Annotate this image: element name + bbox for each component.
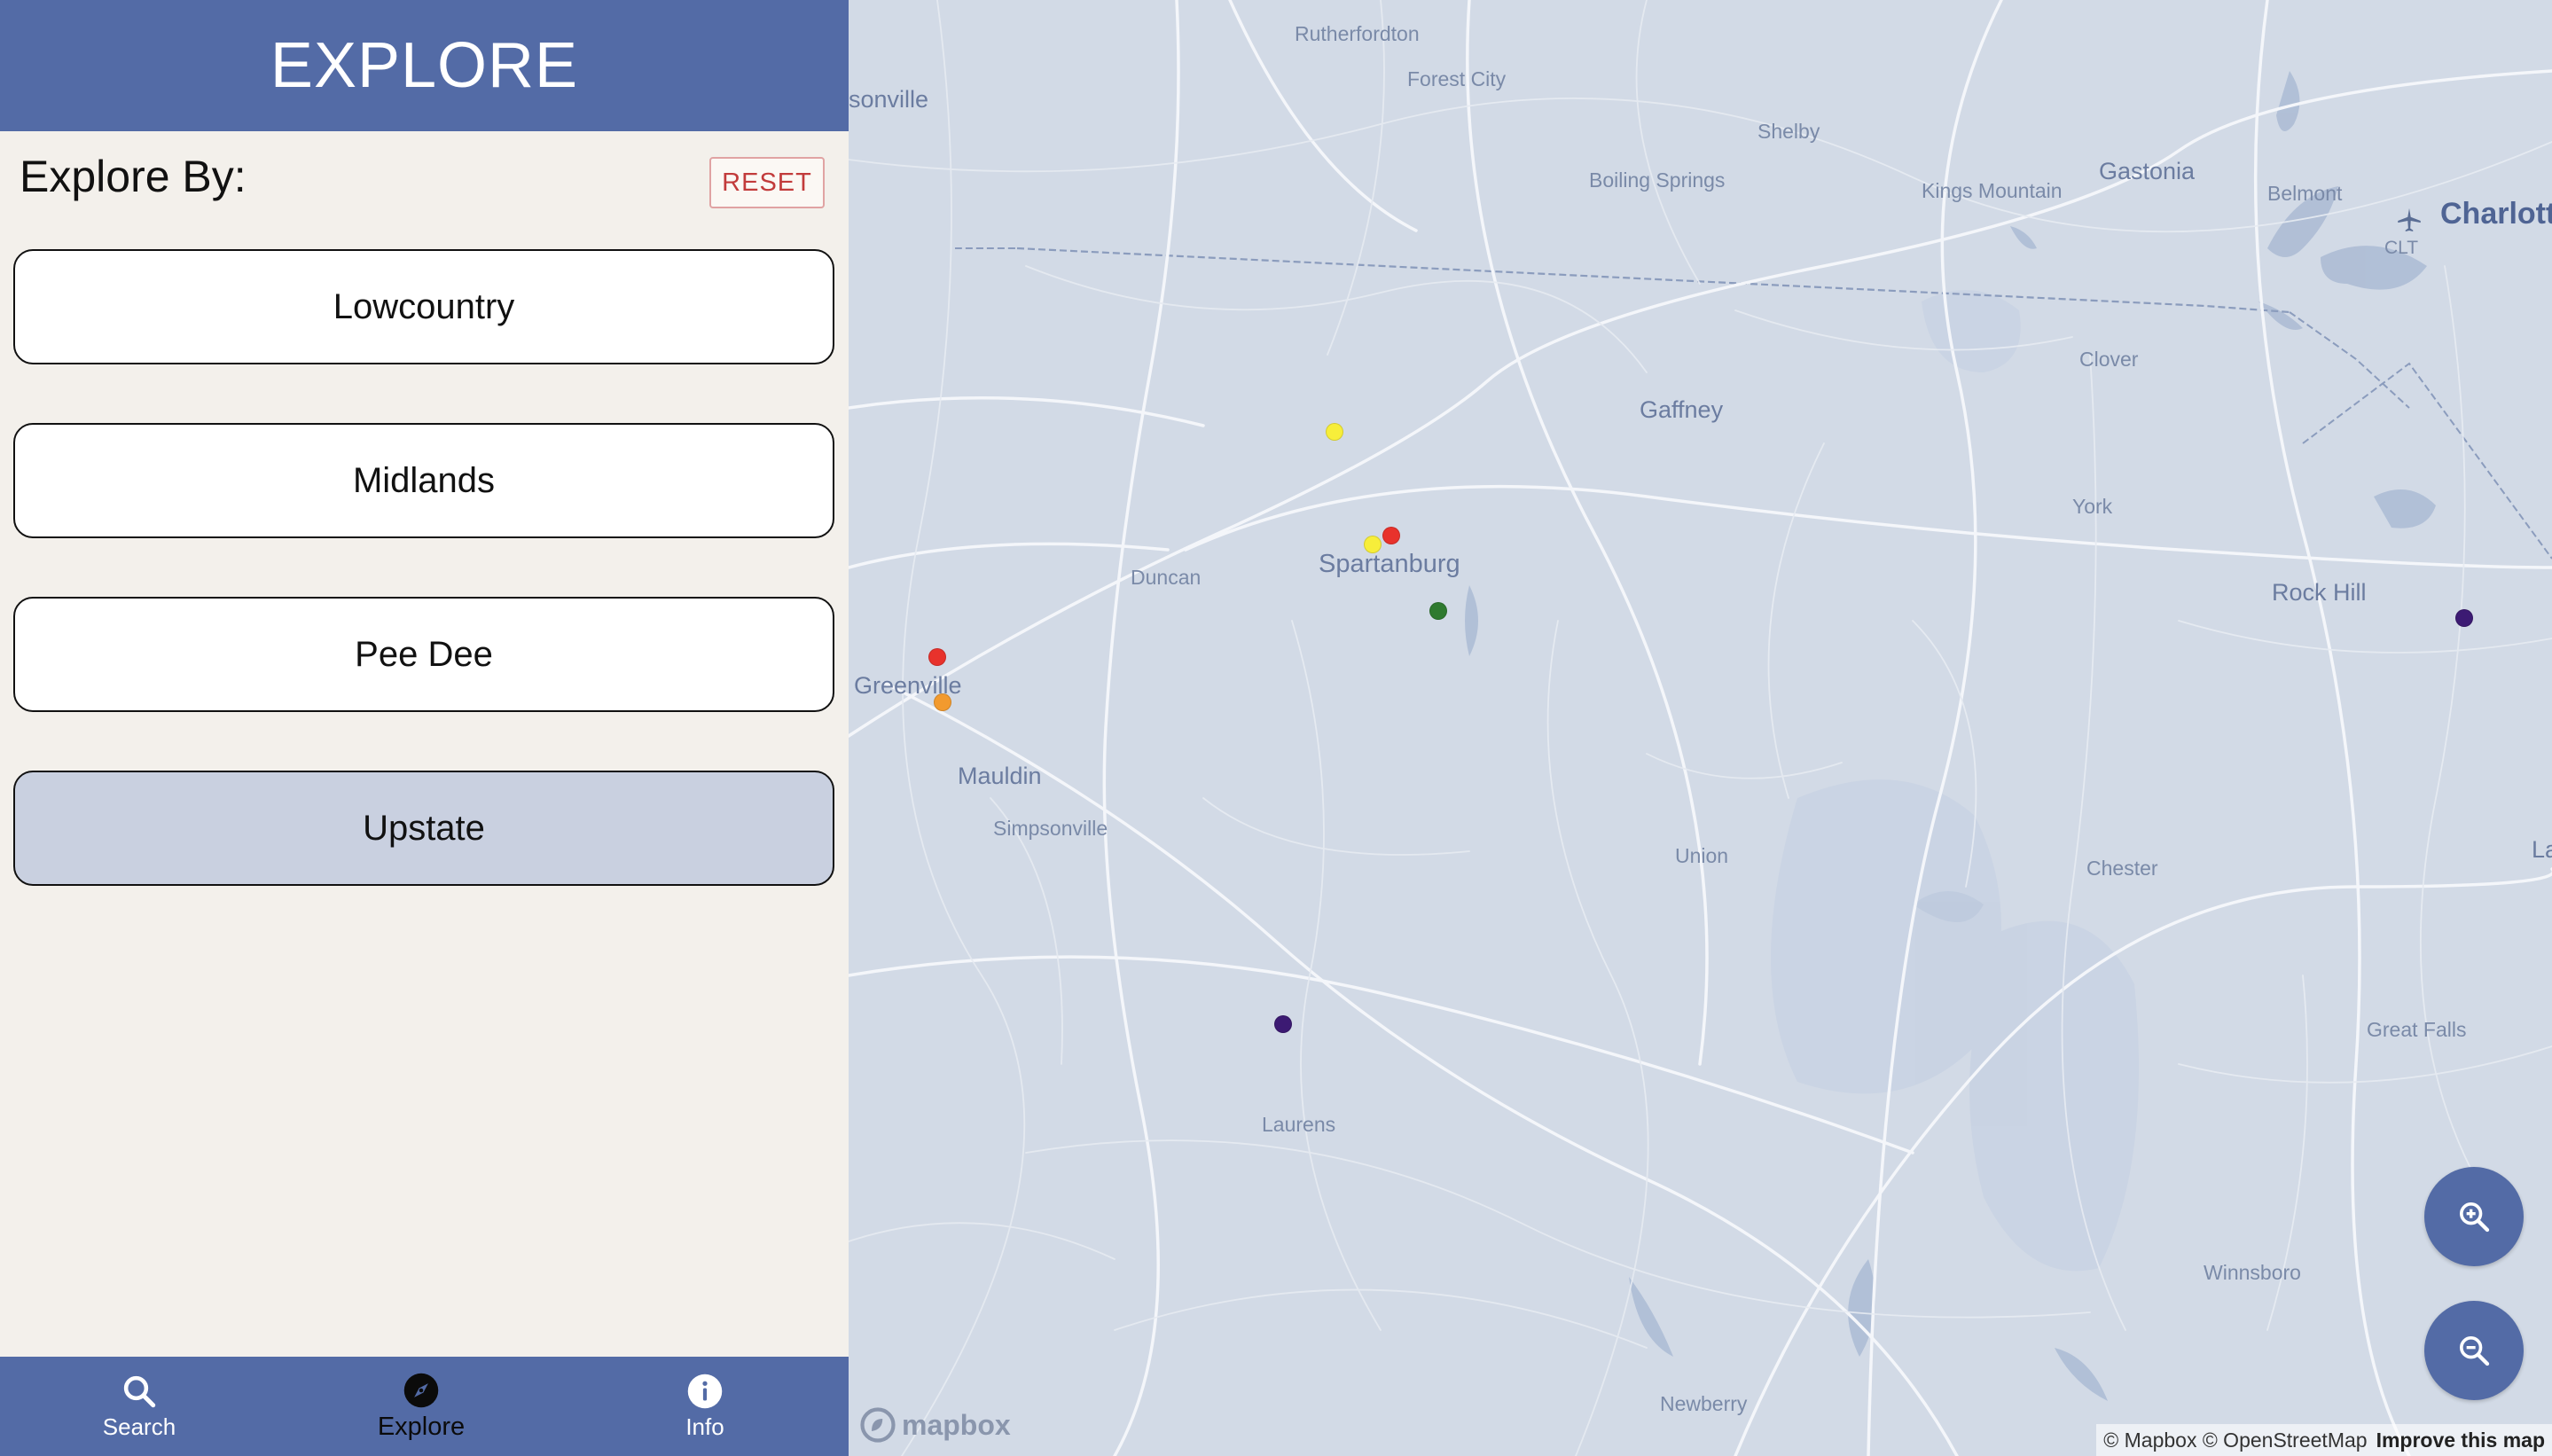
bottom-nav: Search Explore Info bbox=[0, 1357, 849, 1456]
map-label: Union bbox=[1675, 844, 1729, 867]
mapbox-logo-text: mapbox bbox=[902, 1408, 1011, 1441]
marker-purple[interactable] bbox=[2455, 609, 2473, 627]
compass-icon bbox=[403, 1373, 439, 1407]
map-label: Belmont bbox=[2267, 182, 2343, 205]
improve-map-link[interactable]: Improve this map bbox=[2376, 1429, 2545, 1452]
map-label: La bbox=[2532, 836, 2552, 863]
attribution-text: © Mapbox © OpenStreetMap bbox=[2103, 1428, 2368, 1452]
nav-explore[interactable]: Explore bbox=[333, 1357, 510, 1456]
map-label: Newberry bbox=[1660, 1392, 1748, 1415]
map-label: sonville bbox=[849, 86, 929, 113]
map-label: Rutherfordton bbox=[1295, 22, 1420, 45]
search-icon bbox=[123, 1375, 156, 1407]
map-label: Spartanburg bbox=[1319, 550, 1460, 578]
map-label: York bbox=[2072, 495, 2113, 518]
zoom-in-button[interactable] bbox=[2424, 1167, 2524, 1266]
map-label: Gaffney bbox=[1640, 396, 1724, 423]
marker-yellow[interactable] bbox=[1326, 423, 1343, 441]
region-button-upstate[interactable]: Upstate bbox=[13, 771, 834, 886]
marker-red[interactable] bbox=[1382, 527, 1400, 544]
region-label: Midlands bbox=[352, 460, 496, 500]
map-label: Duncan bbox=[1131, 566, 1202, 589]
map-attribution: © Mapbox © OpenStreetMap Improve this ma… bbox=[2096, 1424, 2552, 1456]
map-label: Simpsonville bbox=[993, 817, 1108, 840]
map-label: Laurens bbox=[1262, 1113, 1336, 1136]
map-label: Kings Mountain bbox=[1922, 179, 2063, 202]
zoom-out-icon bbox=[2460, 1336, 2490, 1366]
region-button-lowcountry[interactable]: Lowcountry bbox=[13, 249, 834, 364]
marker-purple[interactable] bbox=[1274, 1015, 1292, 1033]
map-label: Mauldin bbox=[958, 763, 1042, 789]
sidebar-header: EXPLORE bbox=[0, 0, 849, 131]
marker-red[interactable] bbox=[928, 648, 946, 666]
region-label: Lowcountry bbox=[333, 286, 515, 326]
nav-label: Explore bbox=[377, 1412, 466, 1441]
map-label: Clover bbox=[2079, 348, 2139, 371]
map-label: Great Falls bbox=[2367, 1018, 2467, 1041]
map-label: Rock Hill bbox=[2272, 579, 2367, 606]
marker-orange[interactable] bbox=[934, 693, 951, 711]
nav-search[interactable]: Search bbox=[51, 1357, 228, 1456]
nav-info[interactable]: Info bbox=[616, 1357, 794, 1456]
region-label: Upstate bbox=[363, 808, 485, 848]
region-button-midlands[interactable]: Midlands bbox=[13, 423, 834, 538]
map-label: Forest City bbox=[1407, 67, 1507, 90]
map-label: Winnsboro bbox=[2204, 1261, 2301, 1284]
explore-sidebar: EXPLORE Explore By: RESET Lowcountry Mid… bbox=[0, 0, 849, 1456]
map-label: Gastonia bbox=[2099, 158, 2196, 184]
page-title: EXPLORE bbox=[270, 30, 579, 101]
mapbox-logo[interactable]: mapbox bbox=[859, 1405, 1011, 1444]
marker-yellow[interactable] bbox=[1364, 536, 1382, 553]
explore-by-label: Explore By: bbox=[20, 152, 247, 201]
zoom-out-button[interactable] bbox=[2424, 1301, 2524, 1400]
zoom-in-icon bbox=[2460, 1202, 2490, 1233]
map-base-layer bbox=[849, 0, 2552, 1456]
map-view[interactable]: Rutherfordton Forest City Shelby Gastoni… bbox=[849, 0, 2552, 1456]
reset-button[interactable]: RESET bbox=[709, 157, 825, 208]
mapbox-icon bbox=[860, 1407, 896, 1443]
nav-label: Search bbox=[102, 1413, 176, 1440]
nav-label: Info bbox=[685, 1413, 724, 1440]
region-button-pee-dee[interactable]: Pee Dee bbox=[13, 597, 834, 712]
info-icon bbox=[687, 1374, 723, 1408]
map-label: Boiling Springs bbox=[1589, 168, 1726, 192]
map-label: Charlott bbox=[2440, 197, 2552, 231]
map-label: Chester bbox=[2086, 857, 2158, 880]
map-label: CLT bbox=[2384, 238, 2419, 258]
map-label: Shelby bbox=[1757, 120, 1820, 143]
airport-icon bbox=[2394, 206, 2424, 236]
region-label: Pee Dee bbox=[355, 634, 493, 674]
marker-green[interactable] bbox=[1429, 602, 1447, 620]
